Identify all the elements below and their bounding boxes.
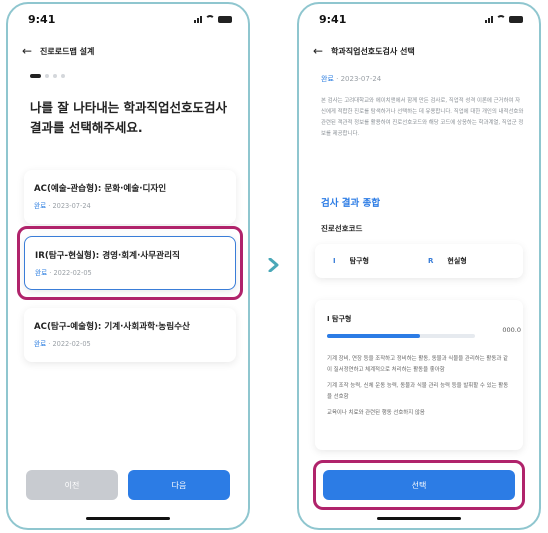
preference-code: R 현실형 <box>428 257 467 265</box>
status-time: 9:41 <box>28 13 56 26</box>
status-icons <box>485 15 523 23</box>
signal-icon <box>194 16 202 23</box>
battery-icon <box>218 16 232 23</box>
step-indicator <box>30 74 65 78</box>
result-description: 기계 장비, 연장 등을 조작하고 정비하는 활동, 동물과 식물을 관리하는 … <box>327 356 509 416</box>
wifi-icon <box>205 15 215 23</box>
result-card[interactable]: AC(예술-관습형): 문화·예술·디자인 완료 · 2023-07-24 <box>24 170 236 224</box>
score-progress-bar <box>327 334 475 338</box>
phone-screen-select-result: 9:41 ← 진로로드맵 설계 나를 잘 나타내는 학과직업선호도검사 결과를 … <box>6 2 250 530</box>
nav-bar: ← 학과직업선호도검사 선택 <box>313 42 525 60</box>
battery-icon <box>509 16 523 23</box>
result-card-title: AC(탐구-예술형): 기계·사회과학·농림수산 <box>34 322 190 332</box>
result-detail-card: I 탐구형 기계 장비, 연장 등을 조작하고 정비하는 활동, 동물과 식물을… <box>315 300 523 450</box>
code-label: 진로선호코드 <box>321 224 363 233</box>
result-card-title: AC(예술-관습형): 문화·예술·디자인 <box>34 184 167 194</box>
test-description: 본 검사는 고려대학교와 에이치앤에서 함께 만든 검사로, 직업적 성격 이론… <box>321 98 524 137</box>
result-card-meta: 완료 · 2022-02-05 <box>34 340 91 348</box>
step-dot-active <box>30 74 41 78</box>
nav-title: 진로로드맵 설계 <box>40 46 95 56</box>
prev-button[interactable]: 이전 <box>26 470 118 500</box>
preference-codes: I 탐구형 R 현실형 <box>315 244 523 278</box>
home-indicator <box>86 517 170 520</box>
back-arrow-icon[interactable]: ← <box>313 44 331 58</box>
home-indicator <box>377 517 461 520</box>
score-value: 000.0 <box>502 326 521 334</box>
score-progress-fill <box>327 334 421 338</box>
action-buttons: 이전 다음 <box>26 470 230 500</box>
nav-bar: ← 진로로드맵 설계 <box>22 42 234 60</box>
select-button-highlight <box>313 460 525 510</box>
signal-icon <box>485 16 493 23</box>
step-dot <box>61 74 65 78</box>
status-icons <box>194 15 232 23</box>
phone-screen-result-detail: 9:41 ← 학과직업선호도검사 선택 완료 · 2023-07-24 본 검사… <box>297 2 541 530</box>
status-bar: 9:41 <box>8 13 248 29</box>
result-title: I 탐구형 <box>327 315 352 323</box>
step-dot <box>45 74 49 78</box>
page-heading: 나를 잘 나타내는 학과직업선호도검사 결과를 선택해주세요. <box>30 100 228 135</box>
selection-highlight <box>17 226 243 300</box>
wifi-icon <box>496 15 506 23</box>
result-card-meta: 완료 · 2023-07-24 <box>34 202 91 210</box>
next-button[interactable]: 다음 <box>128 470 230 500</box>
section-title: 검사 결과 종합 <box>321 198 381 209</box>
result-card[interactable]: AC(탐구-예술형): 기계·사회과학·농림수산 완료 · 2022-02-05 <box>24 308 236 362</box>
back-arrow-icon[interactable]: ← <box>22 44 40 58</box>
chevron-right-icon <box>268 258 279 272</box>
status-time: 9:41 <box>319 13 347 26</box>
preference-code: I 탐구형 <box>333 257 369 265</box>
test-info: 완료 · 2023-07-24 본 검사는 고려대학교와 에이치앤에서 함께 만… <box>321 74 525 140</box>
nav-title: 학과직업선호도검사 선택 <box>331 46 415 56</box>
test-date: 완료 · 2023-07-24 <box>321 75 382 83</box>
step-dot <box>53 74 57 78</box>
status-bar: 9:41 <box>299 13 539 29</box>
